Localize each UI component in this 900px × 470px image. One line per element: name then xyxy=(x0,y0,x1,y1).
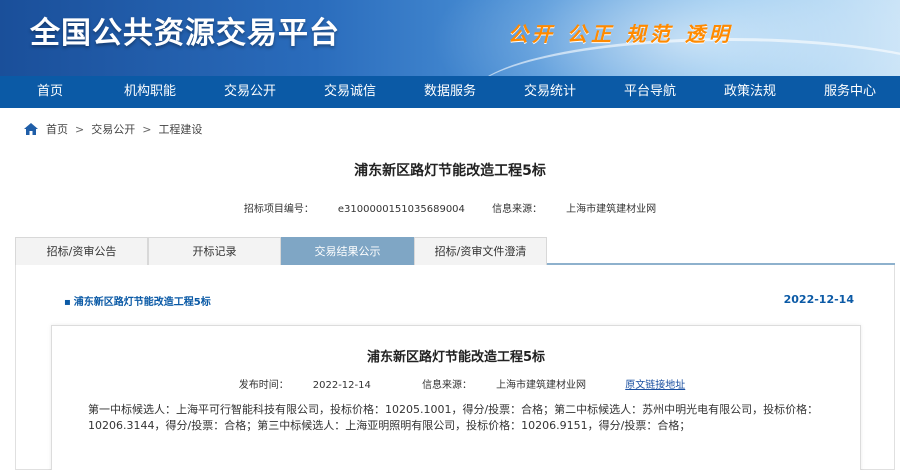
bullet-icon: ▪ xyxy=(64,297,71,308)
nav-item-policy[interactable]: 政策法规 xyxy=(700,76,800,108)
project-source: 上海市建筑建材业网 xyxy=(566,204,657,215)
document-body: 第一中标候选人：上海平可行智能科技有限公司，投标价格：10205.1001，得分… xyxy=(88,403,819,432)
tab-doc-clarification[interactable]: 招标/资审文件澄清 xyxy=(414,237,547,265)
publish-label: 发布时间： xyxy=(238,380,289,391)
breadcrumb-trade-open[interactable]: 交易公开 xyxy=(91,121,135,137)
nav-item-statistics[interactable]: 交易统计 xyxy=(500,76,600,108)
document-card: 浦东新区路灯节能改造工程5标 发布时间： 2022-12-14 信息来源： 上海市建… xyxy=(51,325,861,470)
content-panel: ▪ 浦东新区路灯节能改造工程5标 2022-12-14 浦东新区路灯节能改造工程5… xyxy=(15,265,895,470)
publish-group: 发布时间： 2022-12-14 xyxy=(227,380,383,391)
tab-bid-opening[interactable]: 开标记录 xyxy=(148,237,281,265)
header-banner: 全国公共资源交易平台 公开 公正 规范 透明 xyxy=(0,0,900,78)
project-code-group: 招标项目编号： e3100000151035689004 xyxy=(244,204,465,215)
nav-item-integrity[interactable]: 交易诚信 xyxy=(300,76,400,108)
breadcrumb-separator: > xyxy=(75,122,85,136)
publish-date: 2022-12-14 xyxy=(312,380,371,391)
original-link[interactable]: 原文链接地址 xyxy=(625,380,685,391)
breadcrumb-separator: > xyxy=(142,122,152,136)
nav-item-service[interactable]: 服务中心 xyxy=(800,76,900,108)
project-code: e3100000151035689004 xyxy=(337,204,465,215)
breadcrumb-home[interactable]: 首页 xyxy=(46,121,68,137)
site-title: 全国公共资源交易平台 xyxy=(30,16,340,51)
document-source-group: 信息来源： 上海市建筑建材业网 xyxy=(410,380,598,391)
home-icon[interactable] xyxy=(24,123,38,135)
tab-tender-notice[interactable]: 招标/资审公告 xyxy=(15,237,148,265)
site-slogan: 公开 公正 规范 透明 xyxy=(508,22,733,46)
tab-bar: 招标/资审公告 开标记录 交易结果公示 招标/资审文件澄清 xyxy=(15,237,895,265)
list-item-title-link[interactable]: 浦东新区路灯节能改造工程5标 xyxy=(74,297,211,308)
project-meta: 招标项目编号： e3100000151035689004 信息来源： 上海市建筑建材… xyxy=(0,200,900,215)
nav-item-home[interactable]: 首页 xyxy=(0,76,100,108)
nav-item-trade-open[interactable]: 交易公开 xyxy=(200,76,300,108)
project-code-label: 招标项目编号： xyxy=(243,204,314,215)
main-nav: 首页 机构职能 交易公开 交易诚信 数据服务 交易统计 平台导航 政策法规 服务… xyxy=(0,76,900,108)
tab-trade-result[interactable]: 交易结果公示 xyxy=(281,237,414,265)
nav-item-platform-nav[interactable]: 平台导航 xyxy=(600,76,700,108)
nav-item-functions[interactable]: 机构职能 xyxy=(100,76,200,108)
document-source: 上海市建筑建材业网 xyxy=(496,380,587,391)
breadcrumb-engineering[interactable]: 工程建设 xyxy=(158,121,202,137)
breadcrumb: 首页 > 交易公开 > 工程建设 xyxy=(24,120,202,138)
document-title: 浦东新区路灯节能改造工程5标 xyxy=(366,350,546,365)
document-source-label: 信息来源： xyxy=(422,380,473,391)
project-source-label: 信息来源： xyxy=(492,204,543,215)
page-title: 浦东新区路灯节能改造工程5标 xyxy=(354,163,546,179)
original-link-wrap: 原文链接地址 xyxy=(625,380,685,391)
document-meta: 发布时间： 2022-12-14 信息来源： 上海市建筑建材业网 原文链接地址 xyxy=(52,376,860,391)
nav-item-data-service[interactable]: 数据服务 xyxy=(400,76,500,108)
list-item-date: 2022-12-14 xyxy=(783,293,854,306)
project-source-group: 信息来源： 上海市建筑建材业网 xyxy=(492,204,656,215)
list-item: ▪ 浦东新区路灯节能改造工程5标 2022-12-14 xyxy=(64,293,854,308)
